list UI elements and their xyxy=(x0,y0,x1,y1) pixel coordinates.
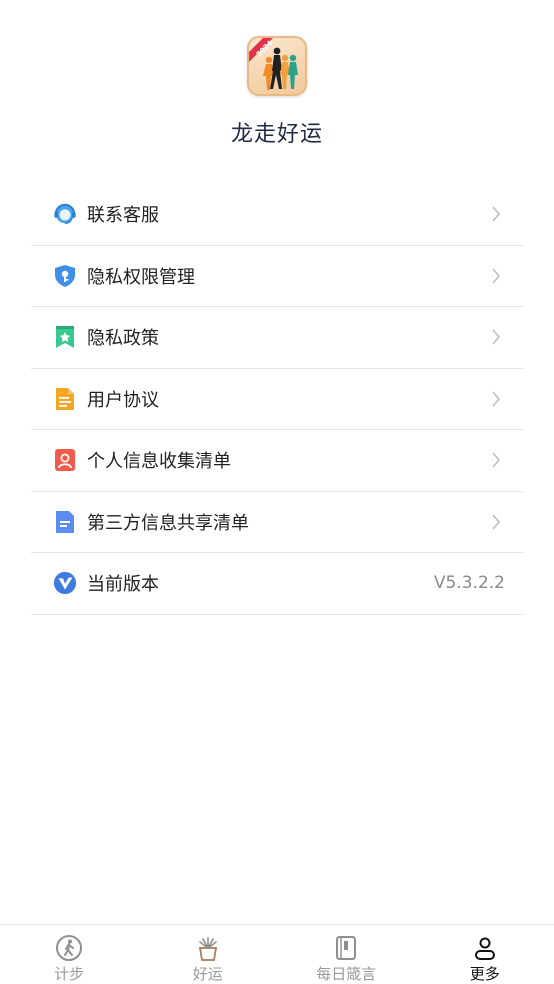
menu-item-privacy-permissions[interactable]: 隐私权限管理 xyxy=(31,246,523,307)
chevron-right-icon xyxy=(492,391,501,407)
chevron-right-icon xyxy=(492,268,501,284)
customer-service-icon xyxy=(53,202,77,226)
menu-item-label: 隐私政策 xyxy=(87,328,159,350)
user-icon xyxy=(470,933,500,962)
chevron-right-icon xyxy=(492,452,501,468)
tab-steps[interactable]: 计步 xyxy=(0,925,139,984)
chevron-right-icon xyxy=(492,206,501,222)
tab-more[interactable]: 更多 xyxy=(416,925,554,984)
app-name: 龙走好运 xyxy=(230,122,323,147)
menu-item-user-agreement[interactable]: 用户协议 xyxy=(31,369,523,430)
settings-menu: 联系客服 隐私权限管理 隐私政策 用户协议 个人信息收集清单 第三方信息共享清单… xyxy=(31,184,523,615)
shield-key-icon xyxy=(53,264,77,288)
person-card-icon xyxy=(53,448,77,472)
app-logo: 2024 xyxy=(247,36,307,96)
chevron-right-icon xyxy=(492,514,501,530)
tab-daily-quotes[interactable]: 每日箴言 xyxy=(277,925,416,984)
menu-item-privacy-policy[interactable]: 隐私政策 xyxy=(31,307,523,369)
file-lines-icon xyxy=(53,510,77,534)
menu-item-current-version: 当前版本 V5.3.2.2 xyxy=(31,553,523,615)
v-logo-icon xyxy=(53,571,77,595)
bottom-tab-bar: 计步 好运 每日箴言 更多 xyxy=(0,924,554,984)
menu-item-label: 第三方信息共享清单 xyxy=(87,512,249,534)
menu-item-third-party-sharing[interactable]: 第三方信息共享清单 xyxy=(31,492,523,553)
menu-item-label: 当前版本 xyxy=(87,574,159,596)
tab-label: 计步 xyxy=(54,965,85,983)
menu-item-label: 联系客服 xyxy=(87,205,159,227)
tab-luck[interactable]: 好运 xyxy=(139,925,278,984)
notebook-icon xyxy=(331,933,361,962)
bookmark-star-icon xyxy=(53,325,77,349)
document-icon xyxy=(53,387,77,411)
tab-label: 好运 xyxy=(192,965,223,983)
tab-label: 每日箴言 xyxy=(316,965,377,983)
plant-pot-icon xyxy=(193,933,223,962)
svg-text:2024: 2024 xyxy=(255,39,275,59)
chevron-right-icon xyxy=(492,329,501,345)
menu-item-label: 隐私权限管理 xyxy=(87,266,195,288)
menu-item-label: 用户协议 xyxy=(87,389,159,411)
tab-label: 更多 xyxy=(469,965,500,983)
menu-item-label: 个人信息收集清单 xyxy=(87,451,231,473)
menu-item-personal-info-list[interactable]: 个人信息收集清单 xyxy=(31,430,523,492)
walking-icon xyxy=(54,933,84,962)
version-value: V5.3.2.2 xyxy=(433,573,505,594)
menu-item-customer-service[interactable]: 联系客服 xyxy=(31,184,523,246)
app-header: 2024 龙走好运 xyxy=(0,36,554,148)
